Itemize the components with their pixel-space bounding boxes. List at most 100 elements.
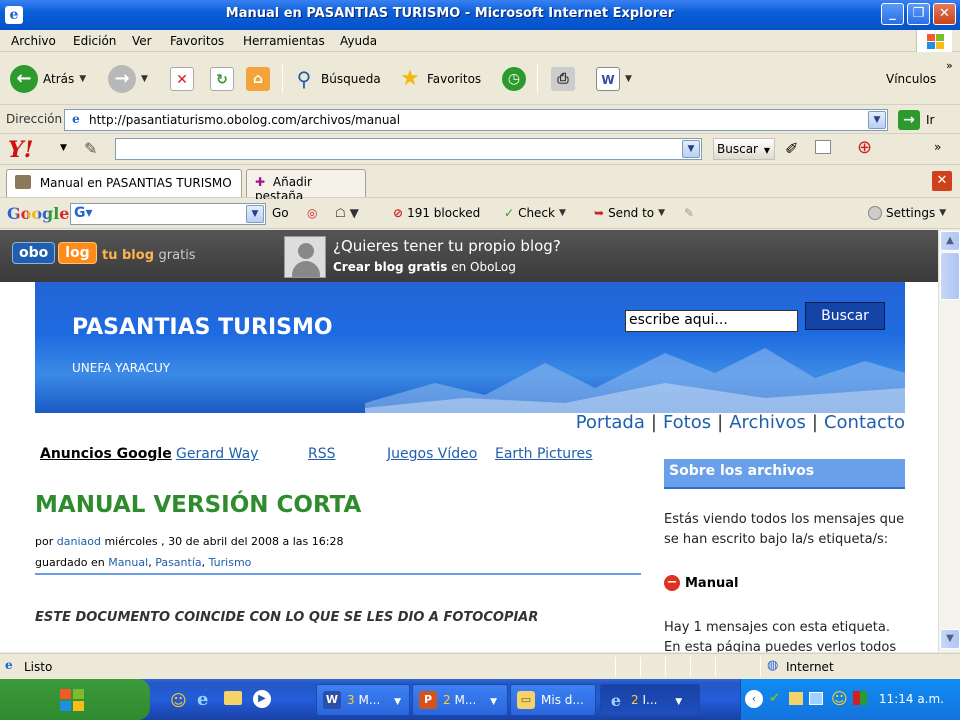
pen-icon[interactable]: ✎ xyxy=(684,206,694,220)
create-blog-link[interactable]: Crear blog gratis xyxy=(333,260,447,274)
menu-archivo[interactable]: Archivo xyxy=(11,34,56,48)
add-tab-button[interactable]: ✚ Añadir pestaña xyxy=(246,169,366,203)
folder-icon[interactable] xyxy=(224,691,242,705)
address-dropdown-icon[interactable]: ▼ xyxy=(868,111,886,129)
post-title[interactable]: MANUAL VERSIÓN CORTA xyxy=(35,492,361,518)
pagerank-icon[interactable]: ◎ xyxy=(307,206,317,220)
edit-dropdown-icon[interactable]: ▼ xyxy=(625,74,632,84)
obolog-logo[interactable]: obo log xyxy=(12,242,97,264)
ad-link[interactable]: RSS xyxy=(308,446,336,462)
post-tag-link[interactable]: Pasantía xyxy=(155,556,201,569)
ad-link[interactable]: Juegos Vídeo xyxy=(387,446,477,462)
yahoo-search-button[interactable]: Buscar ▼ xyxy=(713,138,775,160)
address-bar: Dirección e http://pasantiaturismo.obolo… xyxy=(0,106,960,134)
restore-button[interactable]: ❐ xyxy=(907,3,930,25)
highlight-icon[interactable]: ✐ xyxy=(785,139,798,158)
settings-dropdown-icon: ▼ xyxy=(939,208,947,218)
taskbar-powerpoint[interactable]: P 2 M... ▼ xyxy=(412,684,508,716)
refresh-button[interactable]: ↻ xyxy=(210,63,234,95)
blog-search-input[interactable]: escribe aqui... xyxy=(625,310,798,332)
google-logo[interactable]: Google xyxy=(7,204,69,223)
tray-network-icon[interactable] xyxy=(809,692,823,705)
remove-tag-icon[interactable]: − xyxy=(664,575,680,591)
ie-quicklaunch-icon[interactable]: e xyxy=(197,689,208,710)
back-button[interactable]: ← Atrás ▼ xyxy=(10,63,86,95)
home-button[interactable]: ⌂ xyxy=(246,63,270,95)
stop-button[interactable]: ✕ xyxy=(170,63,194,95)
word-icon: W xyxy=(323,691,341,709)
edit-word-button[interactable]: W ▼ xyxy=(596,63,632,95)
tray-check-icon[interactable]: ✔ xyxy=(769,691,780,706)
address-input[interactable]: e http://pasantiaturismo.obolog.com/arch… xyxy=(64,109,888,131)
menu-herramientas[interactable]: Herramientas xyxy=(243,34,325,48)
chevron-right-icon[interactable]: » xyxy=(946,59,953,72)
popup-blocker-button[interactable]: ⊘ 191 blocked xyxy=(393,206,480,220)
tray-shield-icon[interactable] xyxy=(789,692,803,705)
mail-icon[interactable] xyxy=(815,140,831,154)
google-search-input[interactable]: G▾ ▼ xyxy=(70,203,266,225)
scroll-up-icon[interactable]: ▲ xyxy=(940,231,960,251)
google-go-button[interactable]: Go xyxy=(272,206,289,220)
start-button[interactable] xyxy=(0,679,150,720)
bookmark-icon[interactable]: ☖ ▼ xyxy=(335,206,359,220)
yahoo-logo-icon[interactable]: Y! xyxy=(8,137,33,163)
blog-title[interactable]: PASANTIAS TURISMO xyxy=(72,315,333,340)
google-go-label: Go xyxy=(272,206,289,220)
links-button[interactable]: Vínculos xyxy=(886,63,936,95)
nav-archivos[interactable]: Archivos xyxy=(729,412,806,433)
forward-dropdown-icon[interactable]: ▼ xyxy=(141,74,148,84)
nav-portada[interactable]: Portada xyxy=(576,412,645,433)
nav-fotos[interactable]: Fotos xyxy=(663,412,711,433)
settings-button[interactable]: Settings ▼ xyxy=(868,206,946,220)
menu-edicion[interactable]: Edición xyxy=(73,34,116,48)
blog-search-button[interactable]: Buscar xyxy=(805,302,885,330)
tray-antivirus-icon[interactable] xyxy=(853,691,867,705)
menu-favoritos[interactable]: Favoritos xyxy=(170,34,224,48)
taskbar-internet-explorer[interactable]: e 2 I... ▼ xyxy=(600,684,700,716)
media-player-icon[interactable]: ▶ xyxy=(253,690,271,708)
print-button[interactable]: ⎙ xyxy=(551,63,575,95)
menu-ver[interactable]: Ver xyxy=(132,34,152,48)
post-author-link[interactable]: daniaod xyxy=(57,535,101,548)
close-tab-icon[interactable]: ✕ xyxy=(932,171,952,191)
promo-title[interactable]: ¿Quieres tener tu propio blog? xyxy=(333,237,561,255)
pencil-icon[interactable]: ✎ xyxy=(84,139,97,158)
go-button[interactable]: Ir xyxy=(926,113,934,127)
close-button[interactable]: ✕ xyxy=(933,3,956,25)
google-search-dropdown-icon[interactable]: ▼ xyxy=(246,205,264,223)
system-tray: ‹ ✔ ☺ 11:14 a.m. xyxy=(740,679,960,720)
scroll-thumb[interactable] xyxy=(940,252,960,300)
favorites-button[interactable]: ★ Favoritos xyxy=(398,63,481,95)
back-dropdown-icon[interactable]: ▼ xyxy=(79,74,86,84)
search-button[interactable]: ⚲ Búsqueda xyxy=(292,63,381,95)
yahoo-search-input[interactable]: ▼ xyxy=(115,138,702,160)
target-icon[interactable]: ⊕ xyxy=(857,137,872,158)
vertical-scrollbar[interactable]: ▲ ▼ xyxy=(938,230,960,652)
ads-label[interactable]: Anuncios Google xyxy=(40,446,172,462)
tray-messenger-icon[interactable]: ☺ xyxy=(831,689,848,708)
post-tag-link[interactable]: Manual xyxy=(108,556,148,569)
minimize-button[interactable]: _ xyxy=(881,3,904,25)
nav-contacto[interactable]: Contacto xyxy=(824,412,905,433)
ad-link[interactable]: Earth Pictures xyxy=(495,446,592,462)
send-to-button[interactable]: ➥ Send to ▼ xyxy=(594,206,665,220)
taskbar-word[interactable]: W 3 M... ▼ xyxy=(316,684,410,716)
taskbar-my-documents[interactable]: ▭ Mis d... xyxy=(510,684,596,716)
chevron-right-icon[interactable]: » xyxy=(934,140,941,154)
go-arrow-icon[interactable]: → xyxy=(898,110,920,130)
post-tag-link[interactable]: Turismo xyxy=(209,556,252,569)
menu-ayuda[interactable]: Ayuda xyxy=(340,34,377,48)
status-divider xyxy=(640,657,641,676)
yahoo-search-dropdown-icon[interactable]: ▼ xyxy=(682,140,700,158)
scroll-down-icon[interactable]: ▼ xyxy=(940,629,960,649)
ad-link[interactable]: Gerard Way xyxy=(176,446,258,462)
yahoo-dropdown-icon[interactable]: ▼ xyxy=(60,143,67,153)
messenger-icon[interactable]: ☺ xyxy=(170,691,187,710)
page-status-icon: e xyxy=(5,658,13,672)
spellcheck-button[interactable]: ✓ Check ▼ xyxy=(504,206,566,220)
sidebar-tag[interactable]: − Manual xyxy=(664,575,738,591)
tray-expand-icon[interactable]: ‹ xyxy=(745,690,763,708)
history-button[interactable]: ◷ xyxy=(502,63,526,95)
forward-button[interactable]: → ▼ xyxy=(108,63,148,95)
tab-active[interactable]: Manual en PASANTIAS TURISMO xyxy=(6,169,242,197)
